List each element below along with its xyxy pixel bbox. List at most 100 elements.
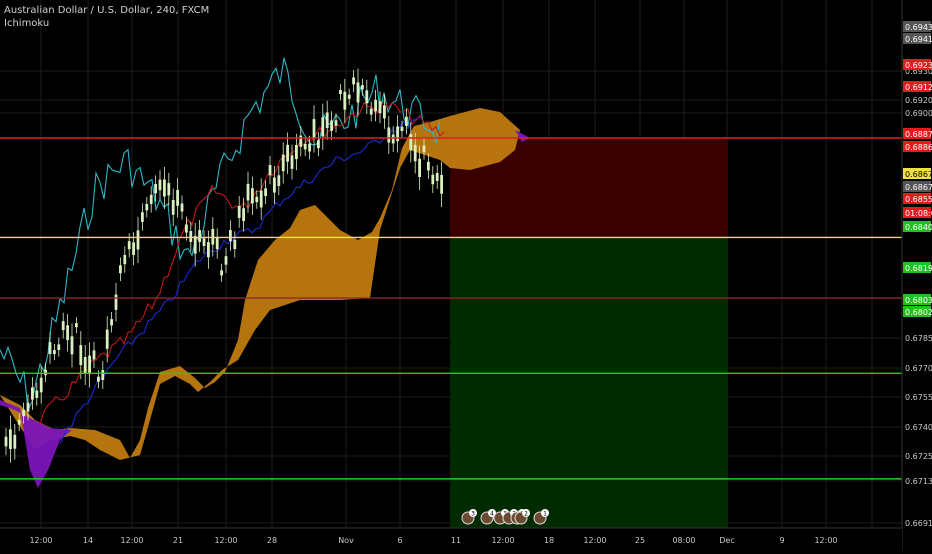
candle-body — [378, 101, 382, 114]
price-label-text: 0.68676 — [905, 183, 932, 192]
candle-body — [409, 134, 413, 151]
candle-body — [136, 230, 140, 250]
price-label-text: 0.68036 — [905, 296, 932, 305]
badge-count: 3 — [471, 511, 475, 518]
time-tick-label: 25 — [635, 536, 645, 545]
price-label: 0.69125 — [903, 81, 932, 92]
candle-body — [347, 94, 351, 99]
price-tick-label: 0.66910 — [905, 519, 932, 528]
time-tick-label: 6 — [397, 536, 402, 545]
badge-count: 4 — [490, 511, 494, 518]
time-tick-label: 12:00 — [214, 536, 237, 545]
candle-body — [321, 117, 325, 137]
chart-root[interactable]: 3432121 0.693000.692000.690000.678500.67… — [0, 0, 932, 554]
candle-body — [202, 238, 206, 246]
candle-body — [224, 256, 228, 265]
candle-body — [405, 116, 408, 126]
cloud-bullish — [0, 108, 520, 460]
candle-body — [13, 434, 17, 449]
candle-body — [317, 140, 320, 149]
price-label-text: 0.68408 — [905, 223, 932, 232]
price-tick-label: 0.67850 — [905, 334, 932, 343]
price-label-text: 0.68199 — [905, 264, 932, 273]
candle-body — [185, 224, 188, 233]
price-label-text: 0.68874 — [905, 130, 932, 139]
candle-body — [207, 242, 210, 258]
candle-body — [383, 105, 386, 119]
candle-body — [145, 203, 149, 211]
time-tick-label: 18 — [544, 536, 554, 545]
price-label-text: 0.68027 — [905, 308, 932, 317]
candle-body — [101, 370, 105, 380]
candle-body — [149, 194, 153, 205]
candle-body — [215, 237, 219, 250]
price-label: 0.69415 — [903, 33, 932, 44]
candle-body — [193, 235, 197, 254]
candle-body — [39, 377, 43, 393]
position-zones — [450, 138, 728, 554]
candle-body — [242, 208, 245, 222]
candle-body — [413, 144, 417, 162]
candle-body — [158, 179, 162, 191]
candle-body — [66, 325, 69, 341]
price-label: 01:08:02 — [903, 207, 932, 218]
time-tick-label: 12:00 — [583, 536, 606, 545]
candle-body — [290, 155, 294, 169]
chart-header: Australian Dollar / U.S. Dollar, 240, FX… — [4, 4, 209, 30]
time-axis[interactable]: 12:00 14 12:00 21 12:00 28 Nov 6 11 12:00 18 12:00 2… — [0, 527, 902, 550]
candle-body — [264, 188, 267, 197]
base-line — [39, 99, 445, 425]
candle-body — [422, 145, 426, 153]
candle-body — [154, 184, 157, 194]
candle-body — [246, 183, 250, 201]
candle-body — [17, 419, 21, 425]
price-tick-label: 0.69000 — [905, 109, 932, 118]
price-label-text: 0.68677 — [905, 170, 932, 179]
price-label: 0.68677 — [903, 168, 932, 179]
ichimoku-lines — [0, 57, 445, 445]
price-label: 0.69231 — [903, 59, 932, 70]
candle-body — [88, 355, 91, 375]
candle-body — [26, 402, 30, 412]
price-label: 0.68557 — [903, 193, 932, 204]
candle-body — [53, 350, 56, 355]
candle-body — [343, 91, 347, 110]
candle-body — [220, 270, 223, 276]
candle-body — [374, 99, 377, 112]
candle-body — [396, 126, 399, 142]
candle-body — [92, 350, 96, 360]
candle-body — [391, 134, 395, 144]
candle-body — [110, 319, 113, 326]
candle-body — [325, 112, 329, 129]
candle-body — [97, 376, 100, 382]
price-axis[interactable]: 0.693000.692000.690000.678500.677000.675… — [901, 0, 932, 550]
indicator-label[interactable]: Ichimoku — [4, 17, 209, 30]
price-label-text: 0.69231 — [905, 61, 932, 70]
candle-body — [259, 190, 263, 208]
price-tick-label: 0.67250 — [905, 452, 932, 461]
candle-body — [303, 143, 307, 150]
take-profit-zone — [450, 237, 728, 554]
time-tick-label: 12:00 — [814, 536, 837, 545]
candle-body — [281, 154, 285, 172]
price-label: 0.68408 — [903, 221, 932, 232]
candle-body — [229, 230, 232, 242]
candle-body — [198, 230, 201, 242]
candle-body — [356, 82, 360, 103]
candle-body — [418, 158, 421, 178]
candle-body — [75, 323, 78, 328]
candle-body — [273, 177, 276, 193]
candle-body — [44, 369, 47, 376]
candle-body — [123, 254, 127, 265]
candle-body — [176, 189, 179, 206]
price-label: 0.68863 — [903, 141, 932, 152]
time-tick-label: Nov — [338, 536, 354, 545]
candle-body — [268, 165, 272, 176]
candle-body — [361, 85, 364, 90]
price-label-text: 01:08:02 — [905, 209, 932, 218]
time-tick-label: 12:00 — [29, 536, 52, 545]
price-chart[interactable]: 3432121 0.693000.692000.690000.678500.67… — [0, 0, 932, 554]
candle-body — [127, 241, 131, 250]
badge-count: 1 — [543, 511, 547, 518]
candle-body — [387, 127, 391, 143]
